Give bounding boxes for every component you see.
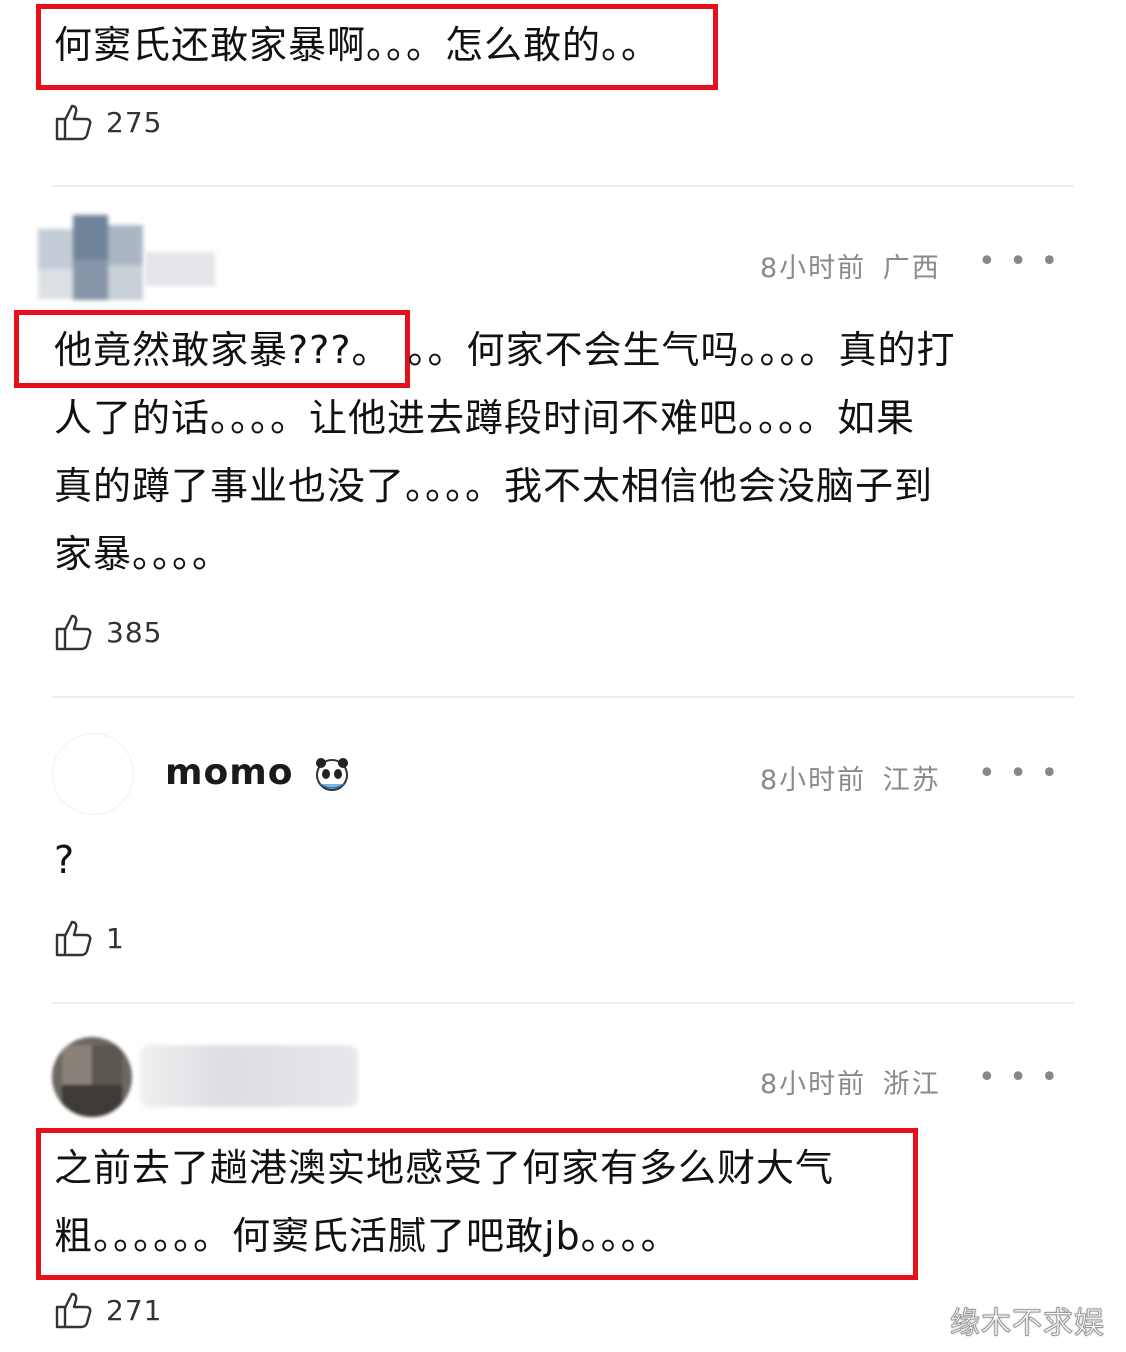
comment-2-highlighted: 他竟然敢家暴???。 — [54, 328, 372, 372]
comment-2-line3: 真的蹲了事业也没了。。。。我不太相信他会没脑子到 — [54, 464, 934, 508]
location: 浙江 — [882, 1069, 941, 1100]
avatar[interactable] — [52, 733, 134, 815]
panda-badge-icon — [316, 758, 348, 791]
thumbs-up-icon — [55, 614, 92, 651]
location: 江苏 — [882, 765, 941, 796]
avatar-blurred[interactable] — [38, 215, 143, 305]
more-options-icon[interactable]: • • • — [978, 244, 1060, 279]
comment-3-text: ? — [54, 838, 76, 882]
divider — [52, 185, 1074, 187]
comment-4-line2: 粗。。。。。。何窦氏活腻了吧敢jb。。。。 — [54, 1214, 680, 1258]
more-options-icon[interactable]: • • • — [978, 756, 1060, 791]
more-options-icon[interactable]: • • • — [978, 1060, 1060, 1095]
timestamp: 8小时前 — [760, 253, 867, 284]
username[interactable]: momo — [165, 752, 294, 793]
comment-2-line4: 家暴。。。。 — [54, 532, 232, 576]
timestamp: 8小时前 — [760, 1069, 867, 1100]
divider — [52, 696, 1074, 698]
comment-4-text: 之前去了趟港澳实地感受了何家有多么财大气 粗。。。。。。何窦氏活腻了吧敢jb。。… — [54, 1134, 834, 1270]
comment-3-meta: 8小时前 江苏 — [760, 758, 941, 797]
location: 广西 — [882, 253, 941, 284]
thumbs-up-icon — [55, 920, 92, 957]
username-blurred[interactable] — [140, 1045, 358, 1107]
comment-2-text: 他竟然敢家暴???。 。。何家不会生气吗。。。。真的打 人了的话。。。。让他进去蹲… — [54, 316, 1054, 588]
thumbs-up-icon — [55, 1292, 92, 1329]
like-count: 271 — [106, 1293, 163, 1327]
comment-1-text: 何窦氏还敢家暴啊。。。怎么敢的。。 — [54, 23, 661, 67]
timestamp: 8小时前 — [760, 765, 867, 796]
username-blurred[interactable] — [145, 252, 215, 286]
comment-2-line2: 人了的话。。。。让他进去蹲段时间不难吧。。。。如果 — [54, 396, 916, 440]
divider — [52, 1002, 1074, 1004]
comment-2-line1: 。。何家不会生气吗。。。。真的打 — [407, 328, 956, 372]
avatar[interactable] — [52, 1037, 132, 1117]
like-button-4[interactable]: 271 — [54, 1290, 162, 1330]
like-button-2[interactable]: 385 — [54, 612, 162, 652]
like-count: 275 — [106, 105, 163, 139]
comment-2-meta: 8小时前 广西 — [760, 246, 941, 285]
comment-4-line1: 之前去了趟港澳实地感受了何家有多么财大气 — [54, 1146, 835, 1190]
comment-4-meta: 8小时前 浙江 — [760, 1062, 941, 1101]
like-count: 1 — [106, 921, 125, 955]
thumbs-up-icon — [55, 104, 92, 141]
like-button-1[interactable]: 275 — [54, 102, 162, 142]
like-count: 385 — [106, 615, 163, 649]
watermark: 缘木不求娱 — [950, 1306, 1105, 1342]
like-button-3[interactable]: 1 — [54, 918, 125, 958]
